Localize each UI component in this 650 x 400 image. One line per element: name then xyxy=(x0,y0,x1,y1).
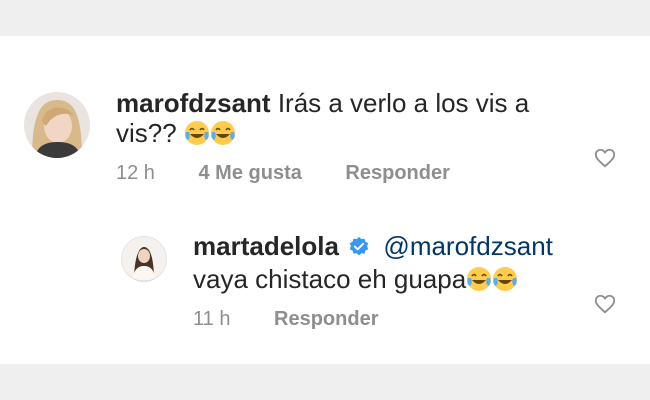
tears-of-joy-emoji xyxy=(466,266,492,298)
tears-of-joy-emoji xyxy=(184,120,210,152)
mention-link[interactable]: @marofdzsant xyxy=(383,231,552,261)
reply-button[interactable]: Responder xyxy=(274,308,378,330)
reply-button[interactable]: Responder xyxy=(345,162,449,184)
comment-timestamp[interactable]: 11 h xyxy=(193,308,230,330)
tears-of-joy-emoji xyxy=(210,120,236,152)
heart-icon[interactable] xyxy=(594,147,616,174)
avatar-marofdzsant[interactable] xyxy=(24,92,90,158)
comment-body-1: marofdzsant Irás a verlo a los vis a vis… xyxy=(116,88,556,152)
avatar-martadelola[interactable] xyxy=(121,236,167,282)
comment-body-2: martadelola @marofdzsant vaya chistaco e… xyxy=(193,231,593,298)
comment-username[interactable]: marofdzsant xyxy=(116,88,271,118)
tears-of-joy-emoji xyxy=(492,266,518,298)
comment-timestamp[interactable]: 12 h xyxy=(116,162,155,184)
comment-text: vaya chistaco eh guapa xyxy=(193,264,467,294)
heart-icon[interactable] xyxy=(594,293,616,320)
verified-badge-icon xyxy=(348,234,370,264)
comment-meta-2: 11 h Responder xyxy=(193,308,416,331)
comments-panel: marofdzsant Irás a verlo a los vis a vis… xyxy=(0,36,650,364)
comment-likes-count[interactable]: 4 Me gusta xyxy=(199,162,302,184)
comment-meta-1: 12 h 4 Me gusta Responder xyxy=(116,162,488,185)
comment-username[interactable]: martadelola xyxy=(193,231,339,261)
